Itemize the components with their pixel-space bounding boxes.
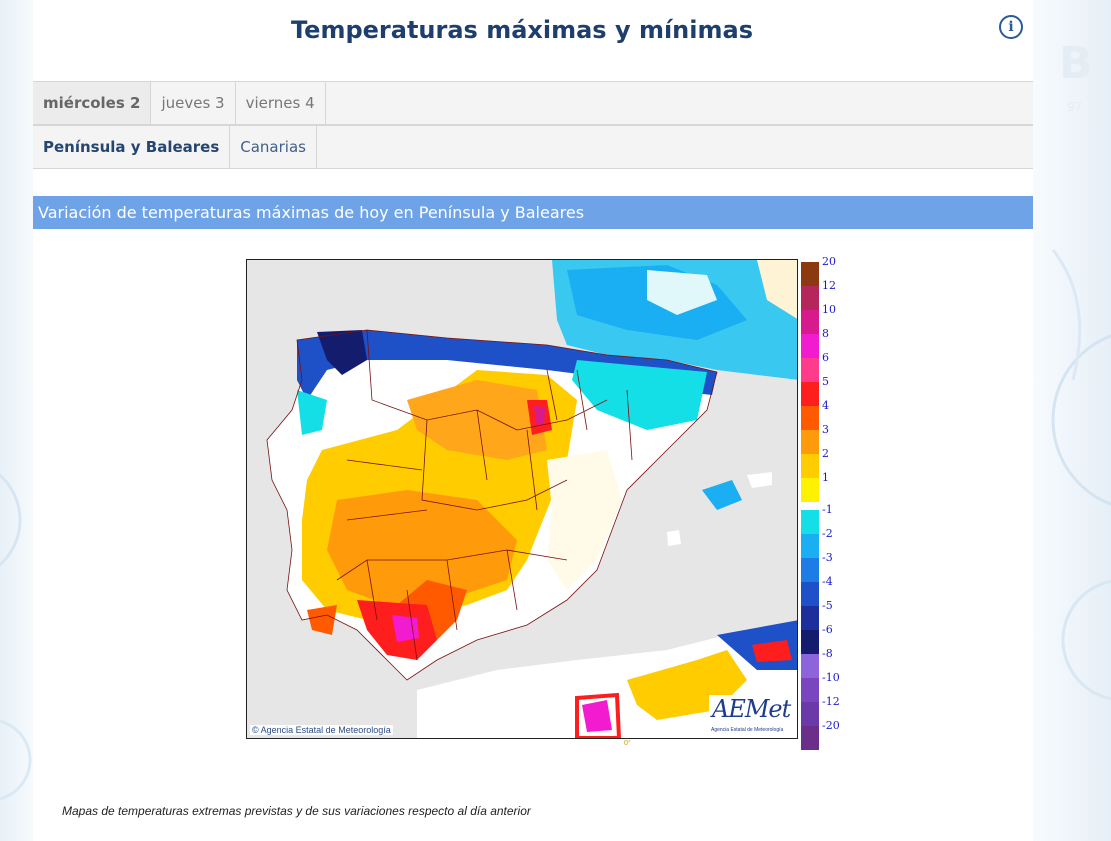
legend-label: -2 xyxy=(822,527,833,540)
legend-label: 20 xyxy=(822,255,836,268)
legend-swatch xyxy=(801,630,819,654)
legend-label: 8 xyxy=(822,327,829,340)
legend-swatch xyxy=(801,406,819,430)
temperature-variation-map: © Agencia Estatal de Meteorología AEMet … xyxy=(246,259,798,739)
section-header: Variación de temperaturas máximas de hoy… xyxy=(33,196,1033,229)
tab-day-jueves[interactable]: jueves 3 xyxy=(151,82,236,124)
region-tabs: Península y Baleares Canarias xyxy=(33,125,1033,169)
legend-label: -1 xyxy=(822,503,833,516)
legend-label: -3 xyxy=(822,551,833,564)
legend-label: 6 xyxy=(822,351,829,364)
map-copyright-text: Agencia Estatal de Meteorología xyxy=(260,725,391,735)
legend-label: -8 xyxy=(822,647,833,660)
legend-swatch xyxy=(801,510,819,534)
legend-swatch xyxy=(801,358,819,382)
background-decoration-right: B 97 xyxy=(1033,0,1111,841)
legend-swatch xyxy=(801,654,819,678)
legend-label: 5 xyxy=(822,375,829,388)
legend-swatch xyxy=(801,310,819,334)
tab-region-canarias[interactable]: Canarias xyxy=(230,126,317,168)
map-degree-label: 0° xyxy=(624,740,631,747)
aemet-logo-text: AEMet xyxy=(712,695,791,723)
legend-label: 10 xyxy=(822,303,836,316)
legend-swatch xyxy=(801,286,819,310)
tab-day-miercoles[interactable]: miércoles 2 xyxy=(33,82,152,124)
legend-swatch xyxy=(801,606,819,630)
legend-label: -6 xyxy=(822,623,833,636)
info-icon[interactable]: i xyxy=(999,15,1023,39)
page-title: Temperaturas máximas y mínimas xyxy=(291,16,753,44)
temperature-legend: 20 12 10 8 6 5 4 3 2 1 -1 -2 -3 -4 -5 -6 -8 -10 -12 -20 xyxy=(801,256,851,750)
map-image xyxy=(247,260,797,738)
legend-swatch xyxy=(801,534,819,558)
legend-swatch xyxy=(801,454,819,478)
legend-swatch xyxy=(801,558,819,582)
legend-swatch xyxy=(801,430,819,454)
legend-swatch xyxy=(801,334,819,358)
aemet-logo-subtitle: Agencia Estatal de Meteorología xyxy=(711,727,784,733)
legend-swatch xyxy=(801,702,819,726)
legend-swatch xyxy=(801,262,819,286)
legend-label: -20 xyxy=(822,719,840,732)
map-copyright: © Agencia Estatal de Meteorología xyxy=(250,725,393,735)
legend-swatch xyxy=(801,678,819,702)
legend-label: -5 xyxy=(822,599,833,612)
legend-label: -12 xyxy=(822,695,840,708)
background-decoration-left xyxy=(0,0,33,841)
legend-swatch xyxy=(801,582,819,606)
legend-label: -4 xyxy=(822,575,833,588)
legend-swatch xyxy=(801,726,819,750)
tab-region-peninsula[interactable]: Península y Baleares xyxy=(33,126,231,168)
tab-day-viernes[interactable]: viernes 4 xyxy=(236,82,326,124)
day-tabs: miércoles 2 jueves 3 viernes 4 xyxy=(33,81,1033,125)
legend-label: 1 xyxy=(822,471,829,484)
legend-label: 3 xyxy=(822,423,829,436)
legend-label: 12 xyxy=(822,279,836,292)
aemet-logo: AEMet Agencia Estatal de Meteorología xyxy=(709,695,793,735)
map-caption: Mapas de temperaturas extremas previstas… xyxy=(62,804,531,818)
legend-label: 4 xyxy=(822,399,829,412)
legend-label: -10 xyxy=(822,671,840,684)
legend-swatch xyxy=(801,382,819,406)
legend-label: 2 xyxy=(822,447,829,460)
legend-swatch xyxy=(801,478,819,502)
